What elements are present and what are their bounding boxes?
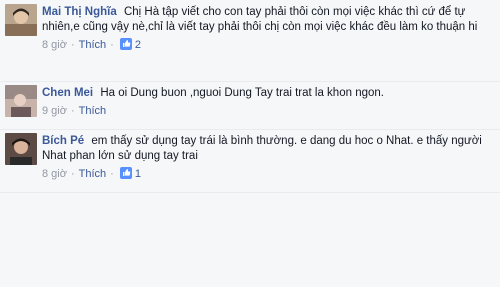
avatar[interactable] [5,85,37,117]
thumbs-up-icon[interactable] [119,167,132,183]
comment-meta: 8 giờ · Thích · 1 [42,167,494,183]
comment-meta: 9 giờ · Thích [42,105,107,117]
like-button[interactable]: Thích [79,39,107,51]
comment-author-link[interactable]: Chen Mei [42,87,93,99]
comment-meta: 8 giờ · Thích · 2 [42,38,494,54]
avatar[interactable] [5,4,37,36]
like-button[interactable]: Thích [79,168,107,180]
comment-text: Ha oi Dung buon ,nguoi Dung Tay trai tra… [100,87,384,99]
like-count[interactable]: 2 [135,39,141,51]
comment-feed: Mai Thị Nghĩa Chị Hà tập viết cho con ta… [0,0,500,287]
comment-timestamp[interactable]: 8 giờ [42,168,67,180]
thumbs-up-icon[interactable] [119,38,132,54]
comment-text: em thấy sử dụng tay trái là bình thường.… [42,135,482,162]
like-count[interactable]: 1 [135,168,141,180]
avatar[interactable] [5,133,37,165]
comment-item: Chen Mei Ha oi Dung buon ,nguoi Dung Tay… [0,81,500,130]
comment-author-link[interactable]: Bích Pé [42,135,84,147]
comment-timestamp[interactable]: 9 giờ [42,105,67,117]
comment-item: Mai Thị Nghĩa Chị Hà tập viết cho con ta… [0,0,500,82]
comment-author-link[interactable]: Mai Thị Nghĩa [42,6,117,18]
like-button[interactable]: Thích [79,105,107,117]
comment-item: Bích Pé em thấy sử dụng tay trái là bình… [0,129,500,193]
comment-timestamp[interactable]: 8 giờ [42,39,67,51]
